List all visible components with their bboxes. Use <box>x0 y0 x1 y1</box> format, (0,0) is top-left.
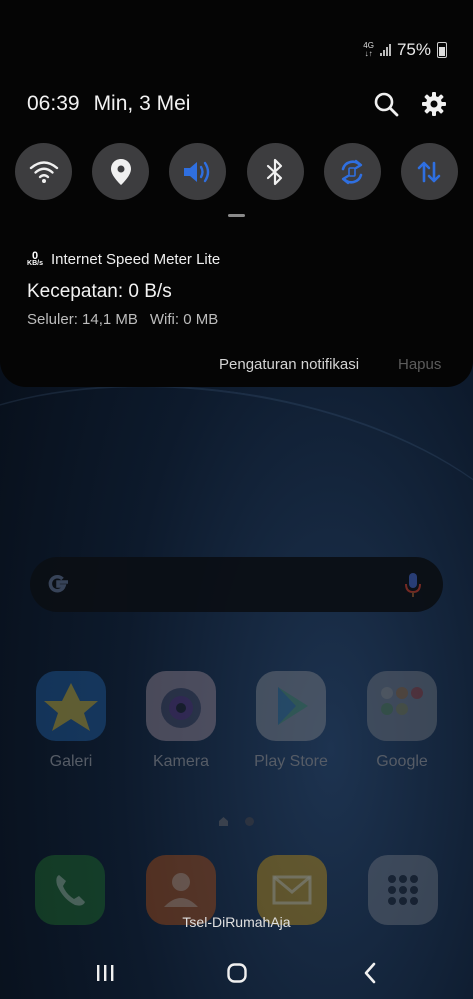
cellular-usage: Seluler: 14,1 MB <box>27 311 138 328</box>
home-page-dot <box>219 817 228 826</box>
gallery-icon <box>36 671 106 741</box>
wifi-usage: Wifi: 0 MB <box>149 311 219 328</box>
clock: 06:39 <box>27 92 80 115</box>
app-grid: Galeri Kamera Play Store Google <box>0 671 473 781</box>
notification-settings-button[interactable]: Pengaturan notifikasi <box>219 356 359 373</box>
wifi-toggle[interactable] <box>15 143 72 200</box>
network-indicator: 4G ↓↑ <box>363 41 374 58</box>
bluetooth-toggle[interactable] <box>246 143 304 200</box>
expand-handle[interactable] <box>228 214 245 217</box>
battery-percent: 75% <box>396 40 431 59</box>
back-button[interactable] <box>355 960 385 986</box>
data-arrows-icon <box>418 161 441 182</box>
notification-details: Seluler: 14,1 MB Wifi: 0 MB <box>27 311 218 328</box>
notification-shade: 4G ↓↑ 75% 06:39 Min, 3 Mei 0 KB/s Intern… <box>0 0 473 387</box>
battery-icon <box>437 42 447 58</box>
app-play-store[interactable]: Play Store <box>236 671 346 771</box>
bluetooth-icon <box>266 158 283 185</box>
notification-title[interactable]: Kecepatan: 0 B/s <box>27 281 172 303</box>
wifi-icon <box>29 160 58 183</box>
google-g-icon <box>48 575 68 593</box>
play-store-icon <box>256 671 326 741</box>
back-icon <box>364 962 376 984</box>
microphone-icon[interactable] <box>405 572 421 598</box>
clear-button[interactable]: Hapus <box>398 356 441 373</box>
app-label: Galeri <box>49 753 93 770</box>
app-label: Kamera <box>152 753 210 770</box>
location-pin-icon <box>110 158 131 185</box>
mobile-data-toggle[interactable] <box>400 143 458 200</box>
google-search-bar[interactable] <box>30 557 443 612</box>
quick-settings <box>15 143 458 200</box>
location-toggle[interactable] <box>92 143 150 200</box>
home-icon <box>227 963 247 983</box>
app-kamera[interactable]: Kamera <box>126 671 236 771</box>
recents-icon <box>97 965 114 981</box>
page-dot <box>245 817 254 826</box>
notification-app-name: Internet Speed Meter Lite <box>51 251 221 268</box>
datetime: 06:39 Min, 3 Mei <box>27 92 190 116</box>
rotate-icon <box>341 159 363 184</box>
sound-toggle[interactable] <box>169 143 227 200</box>
app-google-folder[interactable]: Google <box>347 671 457 771</box>
page-indicator <box>219 817 254 826</box>
speed-meter-app-icon: 0 KB/s <box>27 249 43 267</box>
carrier-label: Tsel-DiRumahAja <box>182 914 291 930</box>
camera-icon <box>146 671 216 741</box>
volume-icon <box>183 161 210 182</box>
settings-gear-icon[interactable] <box>420 90 448 118</box>
search-icon[interactable] <box>372 90 400 118</box>
notification-header: 0 KB/s Internet Speed Meter Lite <box>27 249 221 268</box>
app-label: Google <box>376 753 428 770</box>
google-folder-icon <box>367 671 437 741</box>
home-button[interactable] <box>222 960 252 986</box>
auto-rotate-toggle[interactable] <box>323 143 381 200</box>
status-bar: 4G ↓↑ 75% <box>363 40 447 60</box>
signal-icon <box>379 44 391 56</box>
app-label: Play Store <box>254 753 328 770</box>
app-galeri[interactable]: Galeri <box>16 671 126 771</box>
recent-apps-button[interactable] <box>90 960 120 986</box>
date: Min, 3 Mei <box>93 92 191 115</box>
